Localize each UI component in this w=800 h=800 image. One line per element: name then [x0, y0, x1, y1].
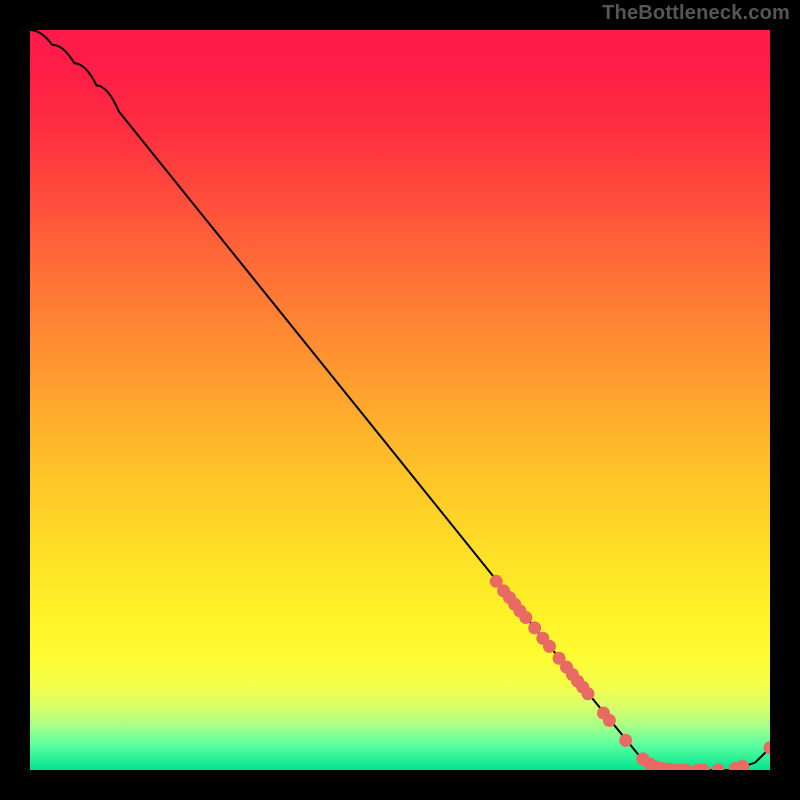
gradient-background	[30, 30, 770, 770]
data-marker	[528, 621, 541, 634]
plot-svg	[30, 30, 770, 770]
data-marker	[519, 611, 532, 624]
chart-stage: TheBottleneck.com	[0, 0, 800, 800]
data-marker	[603, 714, 616, 727]
attribution-label: TheBottleneck.com	[602, 2, 790, 25]
plot-area	[30, 30, 770, 770]
data-marker	[619, 734, 632, 747]
data-marker	[581, 687, 594, 700]
data-marker	[543, 640, 556, 653]
